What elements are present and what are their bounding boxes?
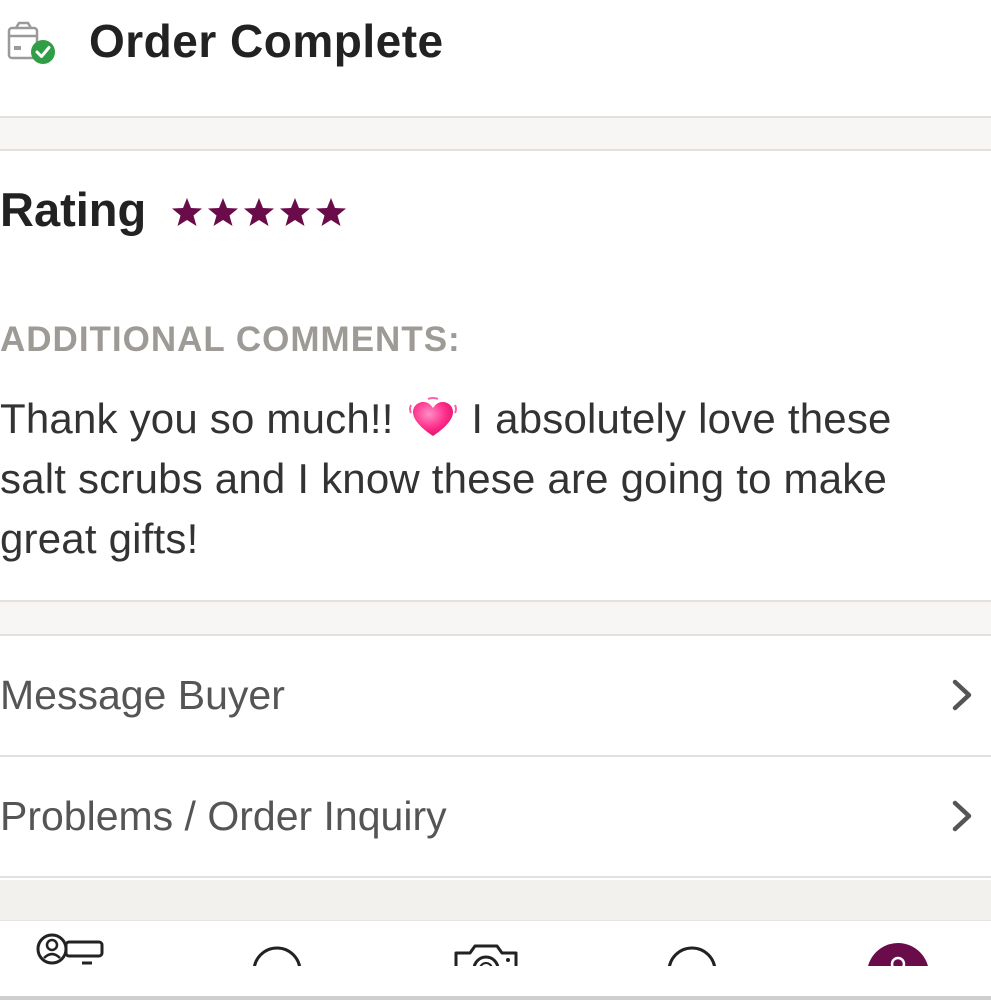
order-inquiry-label: Problems / Order Inquiry xyxy=(0,793,447,839)
rating-section: Rating xyxy=(0,182,600,242)
star-icon xyxy=(172,198,202,226)
comment-line-3: great gifts! xyxy=(0,515,199,562)
section-divider xyxy=(0,600,991,636)
comment-body: Thank you so much!! I absolutely love th… xyxy=(0,389,985,569)
package-check-icon xyxy=(7,21,55,64)
page-header: Order Complete xyxy=(0,0,991,117)
message-buyer-row[interactable]: Message Buyer xyxy=(0,637,991,757)
order-inquiry-row[interactable]: Problems / Order Inquiry xyxy=(0,758,991,878)
comment-line-2: salt scrubs and I know these are going t… xyxy=(0,455,888,502)
star-rating xyxy=(170,195,352,229)
chevron-right-icon xyxy=(952,800,972,832)
comment-line-1: Thank you so much!! I absolutely love th… xyxy=(0,395,892,442)
section-divider xyxy=(0,116,991,151)
star-icon xyxy=(244,198,274,226)
rating-label: Rating xyxy=(0,183,147,236)
bottom-divider xyxy=(0,996,991,1000)
chevron-right-icon xyxy=(952,679,972,711)
message-buyer-label: Message Buyer xyxy=(0,672,285,718)
star-icon xyxy=(208,198,238,226)
star-icon xyxy=(316,198,346,226)
beating-heart-icon xyxy=(408,397,457,436)
bottom-edge xyxy=(0,966,991,1000)
footer-spacer xyxy=(0,880,991,920)
page-title: Order Complete xyxy=(89,15,444,67)
comments-heading: ADDITIONAL COMMENTS: xyxy=(0,320,461,359)
star-icon xyxy=(280,198,310,226)
